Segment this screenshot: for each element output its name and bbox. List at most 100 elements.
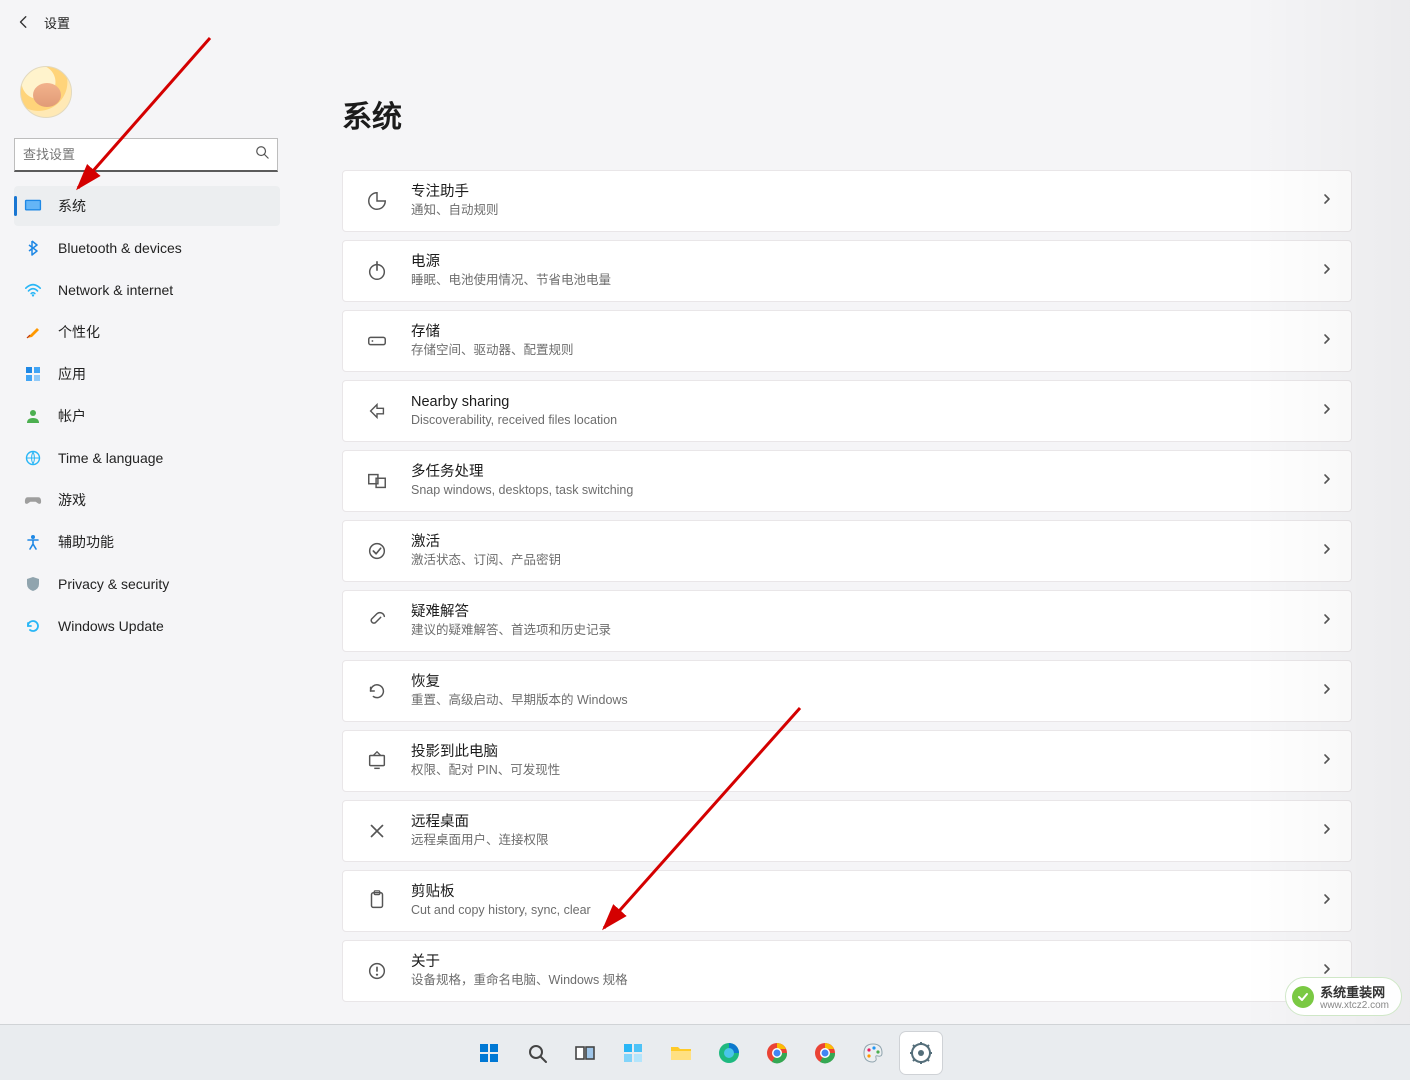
checkmark-icon	[1292, 986, 1314, 1008]
chevron-right-icon	[1321, 472, 1333, 490]
share-icon	[363, 397, 391, 425]
card-subtitle: 重置、高级启动、早期版本的 Windows	[411, 692, 1321, 710]
page-title: 系统	[342, 92, 1380, 136]
wrench-icon	[363, 607, 391, 635]
chevron-right-icon	[1321, 262, 1333, 280]
search-input[interactable]	[23, 147, 255, 162]
back-button[interactable]	[10, 8, 38, 36]
search-box[interactable]	[14, 138, 278, 172]
card-subtitle: 权限、配对 PIN、可发现性	[411, 762, 1321, 780]
settings-card-multitasking[interactable]: 多任务处理Snap windows, desktops, task switch…	[342, 450, 1352, 512]
card-subtitle: 通知、自动规则	[411, 202, 1321, 220]
sidebar-item-system[interactable]: 系统	[14, 186, 280, 226]
settings-card-storage[interactable]: 存储存储空间、驱动器、配置规则	[342, 310, 1352, 372]
sidebar-item-label: Windows Update	[58, 618, 270, 634]
chrome-icon	[812, 1040, 838, 1066]
avatar[interactable]	[20, 66, 72, 118]
chevron-right-icon	[1321, 682, 1333, 700]
sidebar-item-accounts[interactable]: 帐户	[14, 396, 280, 436]
card-subtitle: Cut and copy history, sync, clear	[411, 902, 1321, 920]
accessibility-icon	[22, 531, 44, 553]
taskbar-widgets[interactable]	[612, 1032, 654, 1074]
gamepad-icon	[22, 489, 44, 511]
sidebar-item-label: Network & internet	[58, 282, 270, 298]
card-subtitle: 存储空间、驱动器、配置规则	[411, 342, 1321, 360]
card-subtitle: 激活状态、订阅、产品密钥	[411, 552, 1321, 570]
card-subtitle: Snap windows, desktops, task switching	[411, 482, 1321, 500]
chevron-right-icon	[1321, 332, 1333, 350]
taskbar-search[interactable]	[516, 1032, 558, 1074]
chevron-right-icon	[1321, 752, 1333, 770]
windows-icon	[476, 1040, 502, 1066]
apps-icon	[22, 363, 44, 385]
settings-card-focus-assist[interactable]: 专注助手通知、自动规则	[342, 170, 1352, 232]
sidebar-item-privacy[interactable]: Privacy & security	[14, 564, 280, 604]
power-icon	[363, 257, 391, 285]
sidebar-item-label: 系统	[58, 196, 270, 216]
taskbar-explorer[interactable]	[660, 1032, 702, 1074]
wifi-icon	[22, 279, 44, 301]
taskbar-paint[interactable]	[852, 1032, 894, 1074]
sidebar-item-time-language[interactable]: Time & language	[14, 438, 280, 478]
taskbar-chrome-1[interactable]	[756, 1032, 798, 1074]
clipboard-icon	[363, 887, 391, 915]
sidebar-item-windows-update[interactable]: Windows Update	[14, 606, 280, 646]
chrome-icon	[764, 1040, 790, 1066]
paintbrush-icon	[22, 321, 44, 343]
card-title: Nearby sharing	[411, 392, 1321, 412]
chevron-right-icon	[1321, 542, 1333, 560]
settings-cards: 专注助手通知、自动规则电源睡眠、电池使用情况、节省电池电量存储存储空间、驱动器、…	[342, 170, 1352, 1002]
watermark: 系统重装网 www.xtcz2.com	[1285, 977, 1402, 1016]
settings-card-recovery[interactable]: 恢复重置、高级启动、早期版本的 Windows	[342, 660, 1352, 722]
bluetooth-icon	[22, 237, 44, 259]
checkmark-circle-icon	[363, 537, 391, 565]
watermark-text: 系统重装网	[1320, 985, 1385, 1000]
taskview-icon	[572, 1040, 598, 1066]
settings-card-nearby-sharing[interactable]: Nearby sharingDiscoverability, received …	[342, 380, 1352, 442]
card-subtitle: 建议的疑难解答、首选项和历史记录	[411, 622, 1321, 640]
settings-card-troubleshoot[interactable]: 疑难解答建议的疑难解答、首选项和历史记录	[342, 590, 1352, 652]
magnifier-icon	[524, 1040, 550, 1066]
palette-icon	[860, 1040, 886, 1066]
card-title: 多任务处理	[411, 462, 1321, 482]
sidebar-item-apps[interactable]: 应用	[14, 354, 280, 394]
taskbar	[0, 1024, 1410, 1080]
main-content: 系统 专注助手通知、自动规则电源睡眠、电池使用情况、节省电池电量存储存储空间、驱…	[294, 44, 1410, 1080]
taskbar-edge[interactable]	[708, 1032, 750, 1074]
card-title: 远程桌面	[411, 812, 1321, 832]
sidebar-item-label: Time & language	[58, 450, 270, 466]
shield-icon	[22, 573, 44, 595]
settings-card-remote-desktop[interactable]: 远程桌面远程桌面用户、连接权限	[342, 800, 1352, 862]
moon-icon	[363, 187, 391, 215]
sidebar: 系统 Bluetooth & devices Network & interne…	[0, 44, 294, 1080]
card-subtitle: 睡眠、电池使用情况、节省电池电量	[411, 272, 1321, 290]
chevron-right-icon	[1321, 192, 1333, 210]
chevron-right-icon	[1321, 402, 1333, 420]
app-title: 设置	[44, 13, 70, 32]
sidebar-item-gaming[interactable]: 游戏	[14, 480, 280, 520]
gear-icon	[908, 1040, 934, 1066]
settings-card-power[interactable]: 电源睡眠、电池使用情况、节省电池电量	[342, 240, 1352, 302]
sidebar-item-personalization[interactable]: 个性化	[14, 312, 280, 352]
chevron-right-icon	[1321, 612, 1333, 630]
taskbar-start[interactable]	[468, 1032, 510, 1074]
sidebar-item-accessibility[interactable]: 辅助功能	[14, 522, 280, 562]
sidebar-item-bluetooth[interactable]: Bluetooth & devices	[14, 228, 280, 268]
widgets-icon	[620, 1040, 646, 1066]
taskbar-settings[interactable]	[900, 1032, 942, 1074]
watermark-url: www.xtcz2.com	[1320, 1001, 1389, 1011]
card-title: 恢复	[411, 672, 1321, 692]
sidebar-item-network[interactable]: Network & internet	[14, 270, 280, 310]
sidebar-item-label: 个性化	[58, 322, 270, 342]
settings-card-activation[interactable]: 激活激活状态、订阅、产品密钥	[342, 520, 1352, 582]
card-subtitle: 设备规格，重命名电脑、Windows 规格	[411, 972, 1321, 990]
settings-card-about[interactable]: 关于设备规格，重命名电脑、Windows 规格	[342, 940, 1352, 1002]
taskbar-taskview[interactable]	[564, 1032, 606, 1074]
card-title: 激活	[411, 532, 1321, 552]
settings-card-project-to-pc[interactable]: 投影到此电脑权限、配对 PIN、可发现性	[342, 730, 1352, 792]
globe-clock-icon	[22, 447, 44, 469]
taskbar-chrome-2[interactable]	[804, 1032, 846, 1074]
sidebar-item-label: Privacy & security	[58, 576, 270, 592]
settings-card-clipboard[interactable]: 剪贴板Cut and copy history, sync, clear	[342, 870, 1352, 932]
card-subtitle: Discoverability, received files location	[411, 412, 1321, 430]
